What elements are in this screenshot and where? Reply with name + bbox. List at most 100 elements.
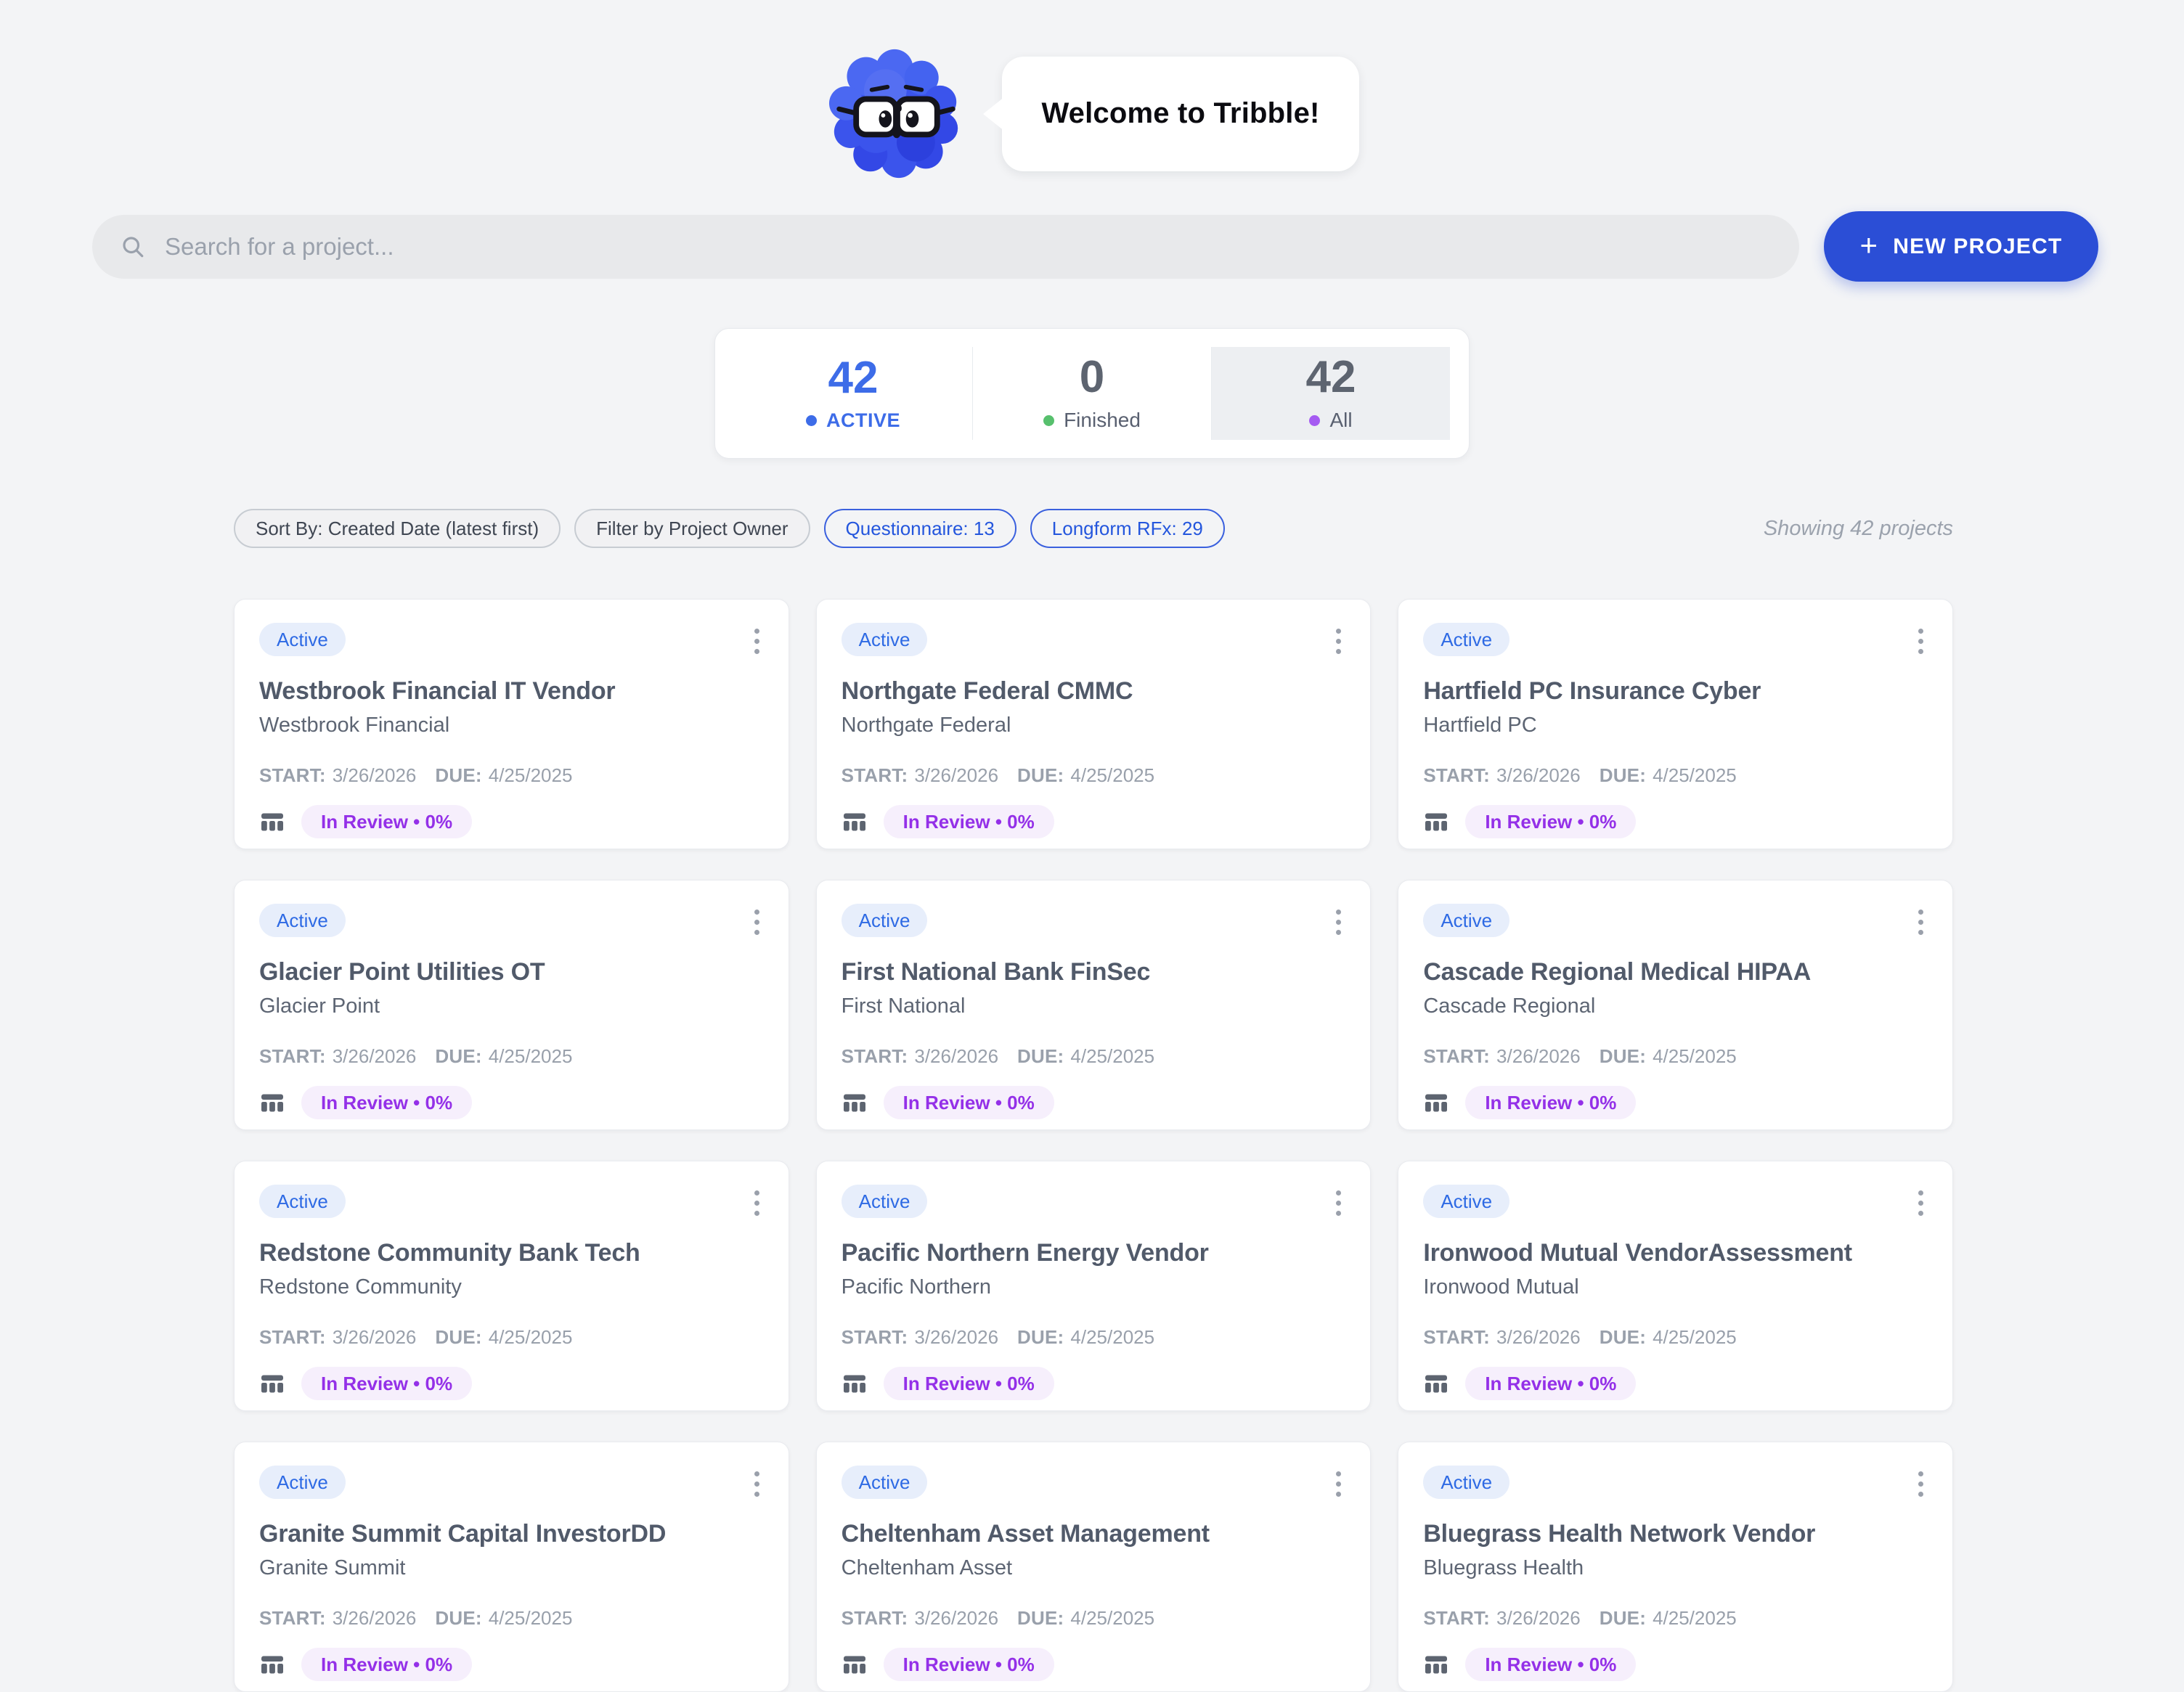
card-footer: In Review • 0% bbox=[1423, 1648, 1928, 1681]
kebab-menu-icon[interactable] bbox=[1914, 1185, 1928, 1222]
card-title[interactable]: Glacier Point Utilities OT bbox=[259, 958, 764, 986]
card-title[interactable]: Hartfield PC Insurance Cyber bbox=[1423, 677, 1928, 706]
project-card[interactable]: Active Cascade Regional Medical HIPAA Ca… bbox=[1398, 880, 1953, 1130]
status-badge: Active bbox=[842, 1466, 928, 1499]
project-card[interactable]: Active Granite Summit Capital InvestorDD… bbox=[234, 1442, 789, 1692]
start-value: 3/26/2026 bbox=[333, 1045, 417, 1068]
card-title[interactable]: Cascade Regional Medical HIPAA bbox=[1423, 958, 1928, 986]
table-icon bbox=[259, 1372, 285, 1396]
start-label: START: bbox=[1423, 1045, 1490, 1068]
start-value: 3/26/2026 bbox=[914, 1607, 998, 1630]
kebab-menu-icon[interactable] bbox=[750, 1466, 764, 1503]
start-value: 3/26/2026 bbox=[1496, 764, 1581, 787]
questionnaire-filter-chip[interactable]: Questionnaire: 13 bbox=[824, 509, 1016, 548]
due-label: DUE: bbox=[1600, 1326, 1646, 1349]
sort-by-chip[interactable]: Sort By: Created Date (latest first) bbox=[234, 509, 561, 548]
card-title[interactable]: First National Bank FinSec bbox=[842, 958, 1346, 986]
card-title[interactable]: Redstone Community Bank Tech bbox=[259, 1239, 764, 1267]
card-footer: In Review • 0% bbox=[259, 1367, 764, 1400]
card-header: Active bbox=[1423, 623, 1928, 660]
card-company: Pacific Northern bbox=[842, 1275, 1346, 1299]
due-label: DUE: bbox=[1017, 1607, 1064, 1630]
review-progress-badge: In Review • 0% bbox=[1465, 1367, 1636, 1400]
due-value: 4/25/2025 bbox=[489, 1045, 573, 1068]
stat-active[interactable]: 42 ACTIVE bbox=[734, 347, 972, 440]
review-progress-badge: In Review • 0% bbox=[1465, 805, 1636, 838]
kebab-menu-icon[interactable] bbox=[1914, 623, 1928, 660]
project-card[interactable]: Active Hartfield PC Insurance Cyber Hart… bbox=[1398, 599, 1953, 849]
search-input[interactable] bbox=[165, 233, 1772, 261]
project-card[interactable]: Active Pacific Northern Energy Vendor Pa… bbox=[816, 1161, 1372, 1411]
card-dates: START: 3/26/2026 DUE: 4/25/2025 bbox=[842, 1045, 1346, 1068]
table-icon bbox=[842, 810, 868, 834]
showing-projects-count: Showing 42 projects bbox=[1764, 517, 1953, 541]
kebab-menu-icon[interactable] bbox=[1332, 904, 1345, 941]
project-card[interactable]: Active Redstone Community Bank Tech Reds… bbox=[234, 1161, 789, 1411]
stat-all[interactable]: 42 All bbox=[1211, 347, 1450, 440]
start-label: START: bbox=[842, 1607, 908, 1630]
status-badge: Active bbox=[1423, 1185, 1509, 1218]
table-icon bbox=[842, 1653, 868, 1677]
card-title[interactable]: Granite Summit Capital InvestorDD bbox=[259, 1520, 764, 1548]
kebab-menu-icon[interactable] bbox=[1914, 1466, 1928, 1503]
table-icon bbox=[1423, 1091, 1449, 1115]
project-search-bar[interactable] bbox=[92, 215, 1799, 279]
due-label: DUE: bbox=[1600, 764, 1646, 787]
start-label: START: bbox=[259, 1607, 326, 1630]
stat-finished[interactable]: 0 Finished bbox=[972, 347, 1211, 440]
card-title[interactable]: Pacific Northern Energy Vendor bbox=[842, 1239, 1346, 1267]
kebab-menu-icon[interactable] bbox=[750, 623, 764, 660]
start-label: START: bbox=[259, 1045, 326, 1068]
review-progress-badge: In Review • 0% bbox=[301, 1367, 472, 1400]
start-value: 3/26/2026 bbox=[333, 1326, 417, 1349]
project-card[interactable]: Active Cheltenham Asset Management Chelt… bbox=[816, 1442, 1372, 1692]
kebab-menu-icon[interactable] bbox=[750, 904, 764, 941]
project-card[interactable]: Active First National Bank FinSec First … bbox=[816, 880, 1372, 1130]
start-value: 3/26/2026 bbox=[1496, 1607, 1581, 1630]
start-label: START: bbox=[259, 764, 326, 787]
due-value: 4/25/2025 bbox=[1070, 764, 1154, 787]
status-badge: Active bbox=[842, 623, 928, 656]
card-company: Hartfield PC bbox=[1423, 714, 1928, 737]
card-title[interactable]: Westbrook Financial IT Vendor bbox=[259, 677, 764, 706]
project-card[interactable]: Active Ironwood Mutual VendorAssessment … bbox=[1398, 1161, 1953, 1411]
review-progress-badge: In Review • 0% bbox=[301, 1086, 472, 1119]
kebab-menu-icon[interactable] bbox=[1914, 904, 1928, 941]
longform-rfx-filter-chip[interactable]: Longform RFx: 29 bbox=[1030, 509, 1225, 548]
card-dates: START: 3/26/2026 DUE: 4/25/2025 bbox=[1423, 1326, 1928, 1349]
stat-active-text: ACTIVE bbox=[826, 409, 900, 432]
filter-row: Sort By: Created Date (latest first) Fil… bbox=[234, 509, 1953, 548]
stat-finished-label: Finished bbox=[1043, 409, 1141, 432]
project-card[interactable]: Active Westbrook Financial IT Vendor Wes… bbox=[234, 599, 789, 849]
project-card[interactable]: Active Northgate Federal CMMC Northgate … bbox=[816, 599, 1372, 849]
new-project-button[interactable]: + NEW PROJECT bbox=[1824, 211, 2098, 282]
kebab-menu-icon[interactable] bbox=[1332, 1466, 1345, 1503]
start-value: 3/26/2026 bbox=[914, 1326, 998, 1349]
card-title[interactable]: Ironwood Mutual VendorAssessment bbox=[1423, 1239, 1928, 1267]
card-header: Active bbox=[259, 904, 764, 941]
review-progress-badge: In Review • 0% bbox=[1465, 1086, 1636, 1119]
due-label: DUE: bbox=[435, 1326, 481, 1349]
kebab-menu-icon[interactable] bbox=[1332, 623, 1345, 660]
status-badge: Active bbox=[259, 623, 346, 656]
kebab-menu-icon[interactable] bbox=[1332, 1185, 1345, 1222]
project-card[interactable]: Active Bluegrass Health Network Vendor B… bbox=[1398, 1442, 1953, 1692]
card-title[interactable]: Northgate Federal CMMC bbox=[842, 677, 1346, 706]
start-value: 3/26/2026 bbox=[333, 764, 417, 787]
start-value: 3/26/2026 bbox=[333, 1607, 417, 1630]
stat-all-value: 42 bbox=[1306, 355, 1356, 400]
start-value: 3/26/2026 bbox=[914, 764, 998, 787]
card-footer: In Review • 0% bbox=[842, 1648, 1346, 1681]
card-dates: START: 3/26/2026 DUE: 4/25/2025 bbox=[842, 1607, 1346, 1630]
project-card[interactable]: Active Glacier Point Utilities OT Glacie… bbox=[234, 880, 789, 1130]
card-title[interactable]: Bluegrass Health Network Vendor bbox=[1423, 1520, 1928, 1548]
card-footer: In Review • 0% bbox=[259, 805, 764, 838]
card-title[interactable]: Cheltenham Asset Management bbox=[842, 1520, 1346, 1548]
start-label: START: bbox=[1423, 764, 1490, 787]
card-footer: In Review • 0% bbox=[259, 1086, 764, 1119]
review-progress-badge: In Review • 0% bbox=[884, 1367, 1054, 1400]
card-dates: START: 3/26/2026 DUE: 4/25/2025 bbox=[259, 1326, 764, 1349]
card-company: Bluegrass Health bbox=[1423, 1556, 1928, 1580]
kebab-menu-icon[interactable] bbox=[750, 1185, 764, 1222]
filter-owner-chip[interactable]: Filter by Project Owner bbox=[574, 509, 810, 548]
